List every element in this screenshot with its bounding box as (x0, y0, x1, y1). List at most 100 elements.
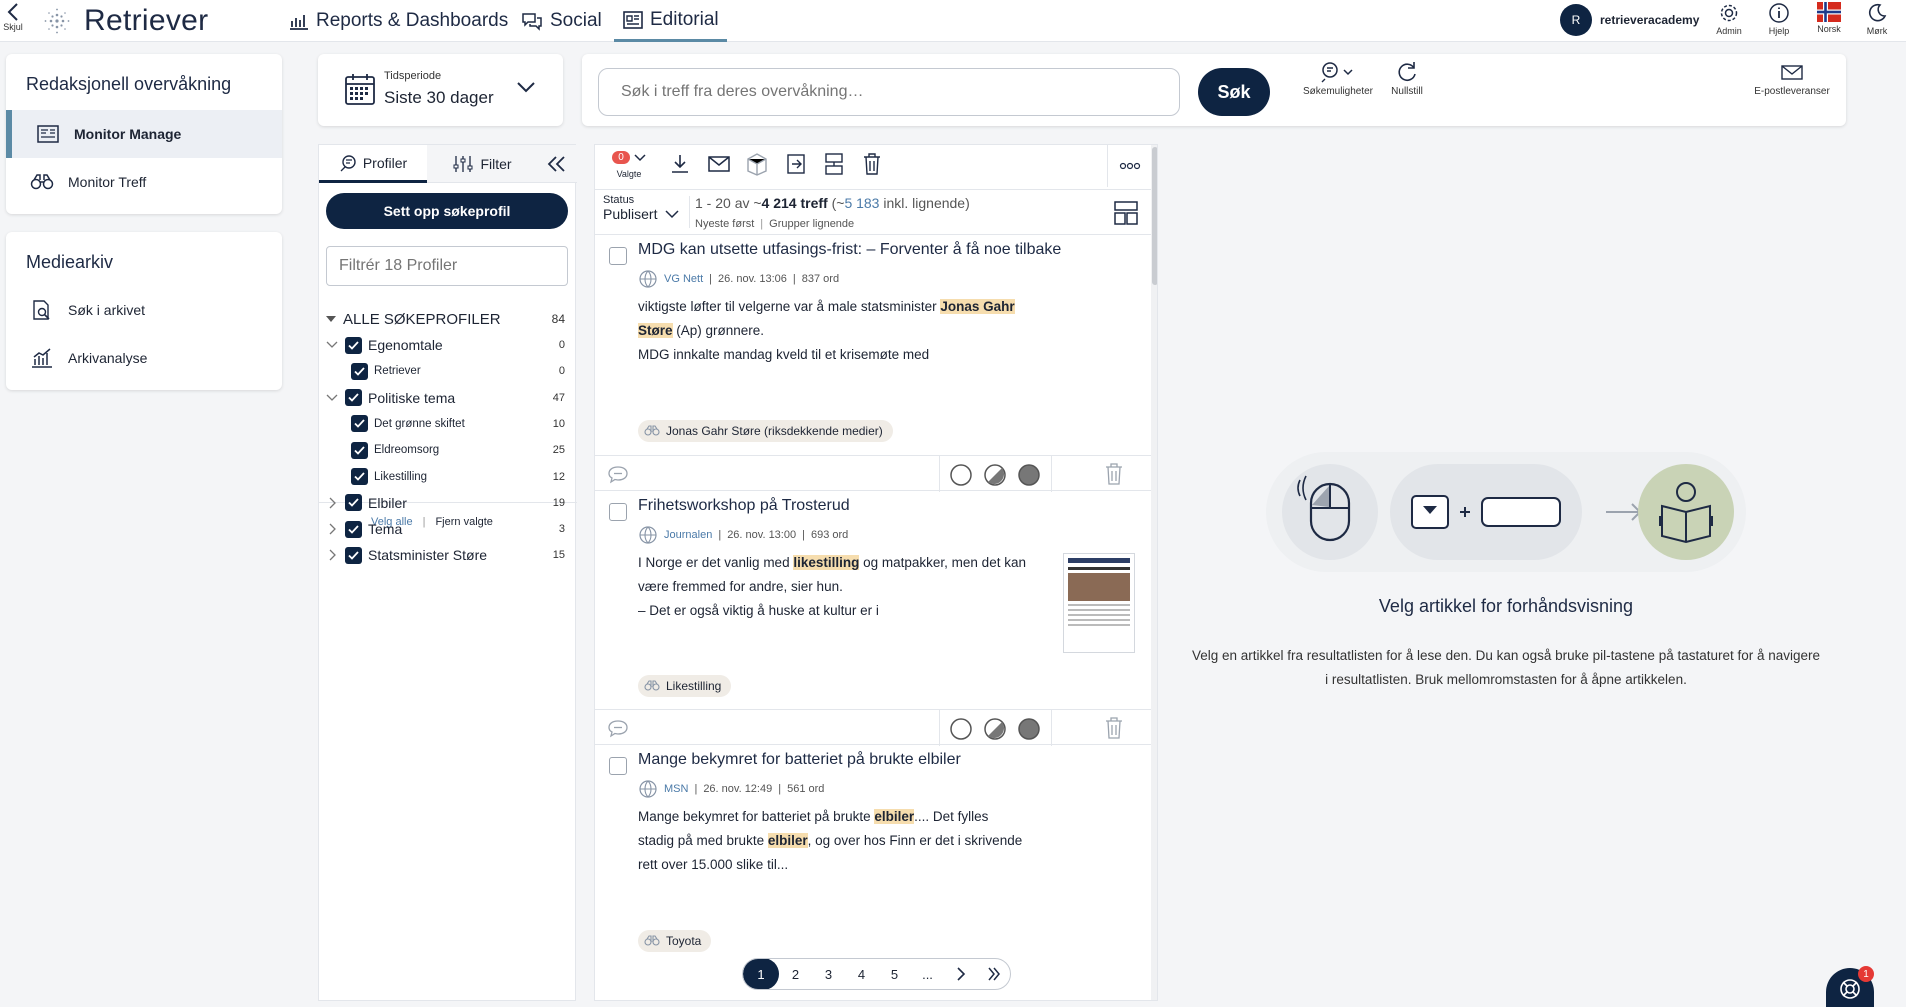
chevron-right-icon[interactable] (325, 548, 339, 562)
tab-filter[interactable]: Filter (427, 145, 537, 183)
sidebar-item-search-archive[interactable]: Søk i arkivet (6, 286, 282, 334)
admin-button[interactable]: Admin (1706, 1, 1752, 36)
page-5[interactable]: 5 (878, 959, 911, 989)
tab-reports-dashboards[interactable]: Reports & Dashboards (288, 0, 508, 42)
tree-checkbox[interactable] (351, 441, 368, 459)
search-options-button[interactable]: Søkemuligheter (1300, 60, 1376, 97)
article-checkbox[interactable] (609, 247, 627, 265)
share-network-icon[interactable] (823, 151, 845, 177)
article-thumbnail[interactable] (1063, 553, 1135, 653)
tree-item[interactable]: Egenomtale 0 (319, 332, 577, 358)
tree-checkbox[interactable] (351, 415, 368, 433)
collapse-panel-button[interactable] (537, 145, 577, 183)
search-input[interactable] (598, 68, 1180, 116)
article-source[interactable]: Journalen (664, 529, 712, 541)
profiles-panel: Profiler Filter Sett opp søkeprofil ALLE… (318, 144, 577, 1001)
export-icon[interactable] (785, 152, 807, 176)
user-menu[interactable]: R retrieveracademy (1560, 3, 1699, 37)
scroll-thumb[interactable] (1152, 147, 1157, 285)
sort-newest[interactable]: Nyeste først (695, 218, 754, 230)
sentiment-neutral-icon[interactable] (949, 463, 973, 487)
download-icon[interactable] (669, 153, 691, 175)
profile-tag[interactable]: Likestilling (638, 675, 732, 697)
chevron-right-icon[interactable] (325, 496, 339, 510)
mail-icon[interactable] (707, 153, 731, 175)
page-1[interactable]: 1 (743, 959, 779, 989)
sentiment-neutral-icon[interactable] (949, 717, 973, 741)
chevron-right-icon[interactable] (325, 522, 339, 536)
chevron-down-icon[interactable] (325, 391, 339, 405)
tree-checkbox[interactable] (345, 546, 362, 564)
sidebar-item-archive-analysis[interactable]: Arkivanalyse (6, 334, 282, 382)
sidebar-item-monitor-treff[interactable]: Monitor Treff (6, 158, 282, 206)
chevron-down-icon[interactable] (325, 338, 339, 352)
comment-icon[interactable] (607, 464, 629, 484)
page-3[interactable]: 3 (812, 959, 845, 989)
help-button[interactable]: Hjelp (1756, 1, 1802, 36)
tab-profiles[interactable]: Profiler (319, 145, 427, 183)
language-button[interactable]: Norsk (1806, 1, 1852, 34)
next-page-button[interactable] (944, 959, 977, 989)
article-title[interactable]: Mange bekymret for batteriet på brukte e… (638, 751, 961, 769)
tree-item[interactable]: Retriever 0 (319, 358, 577, 384)
trash-icon[interactable] (1103, 716, 1125, 740)
article-item[interactable]: Frihetsworkshop på Trosterud Journalen |… (595, 491, 1151, 709)
search-button[interactable]: Søk (1198, 68, 1270, 116)
layout-view-icon[interactable] (1113, 200, 1139, 226)
tree-checkbox[interactable] (345, 336, 362, 354)
select-dropdown[interactable]: 0 Valgte (605, 151, 653, 179)
hide-sidebar-button[interactable]: Skjul (2, 0, 24, 40)
chat-widget-button[interactable]: 1 (1826, 966, 1874, 1007)
comment-icon[interactable] (607, 718, 629, 738)
more-options-button[interactable] (1107, 145, 1151, 187)
article-title[interactable]: Frihetsworkshop på Trosterud (638, 497, 850, 515)
tree-item[interactable]: Det grønne skiftet 10 (319, 411, 577, 437)
sentiment-negative-icon[interactable] (1017, 717, 1041, 741)
tab-editorial[interactable]: Editorial (614, 0, 727, 42)
trash-icon[interactable] (861, 151, 883, 177)
profile-tag[interactable]: Toyota (638, 930, 712, 952)
setup-profile-button[interactable]: Sett opp søkeprofil (326, 193, 568, 229)
sentiment-negative-icon[interactable] (1017, 463, 1041, 487)
tree-root[interactable]: ALLE SØKEPROFILER 84 (319, 306, 577, 332)
article-checkbox[interactable] (609, 503, 627, 521)
sentiment-mixed-icon[interactable] (983, 717, 1007, 741)
tree-checkbox[interactable] (351, 362, 368, 380)
tree-item[interactable]: Tema 3 (319, 516, 577, 542)
article-checkbox[interactable] (609, 757, 627, 775)
tree-item[interactable]: Eldreomsorg 25 (319, 437, 577, 463)
sidebar-item-monitor-manage[interactable]: Monitor Manage (6, 110, 282, 158)
tree-checkbox[interactable] (351, 468, 368, 485)
retriever-logo[interactable]: Retriever (42, 3, 208, 39)
retriever-logo-icon (44, 8, 70, 34)
article-item[interactable]: Mange bekymret for batteriet på brukte e… (595, 745, 1151, 965)
group-similar[interactable]: Grupper lignende (769, 218, 854, 230)
tree-checkbox[interactable] (345, 494, 362, 512)
archive-box-icon[interactable] (745, 151, 769, 177)
profile-tag[interactable]: Jonas Gahr Støre (riksdekkende medier) (638, 420, 893, 442)
last-page-button[interactable] (977, 959, 1010, 989)
dark-mode-button[interactable]: Mørk (1854, 1, 1900, 36)
page-4[interactable]: 4 (845, 959, 878, 989)
profile-filter-input[interactable] (326, 246, 568, 286)
tree-item[interactable]: Elbiler 19 (319, 490, 577, 516)
article-title[interactable]: MDG kan utsette utfasings-frist: – Forve… (638, 241, 1061, 259)
article-source[interactable]: VG Nett (664, 273, 703, 285)
tab-social[interactable]: Social (520, 0, 602, 42)
status-dropdown[interactable]: Status Publisert (603, 194, 683, 222)
article-source[interactable]: MSN (664, 783, 688, 795)
reset-button[interactable]: Nullstill (1382, 60, 1432, 97)
sentiment-mixed-icon[interactable] (983, 463, 1007, 487)
email-deliveries-button[interactable]: E-postleveranser (1752, 60, 1832, 97)
tree-item[interactable]: Statsminister Støre 15 (319, 542, 577, 568)
tree-checkbox[interactable] (345, 520, 362, 538)
article-item[interactable]: MDG kan utsette utfasings-frist: – Forve… (595, 235, 1151, 455)
scrollbar[interactable] (1151, 145, 1157, 1000)
tree-checkbox[interactable] (345, 389, 362, 407)
binoculars-icon (644, 935, 660, 946)
trash-icon[interactable] (1103, 462, 1125, 486)
tree-item[interactable]: Politiske tema 47 (319, 385, 577, 411)
tree-item[interactable]: Likestilling 12 (319, 464, 577, 490)
period-selector[interactable]: Tidsperiode Siste 30 dager (318, 54, 563, 126)
page-2[interactable]: 2 (779, 959, 812, 989)
